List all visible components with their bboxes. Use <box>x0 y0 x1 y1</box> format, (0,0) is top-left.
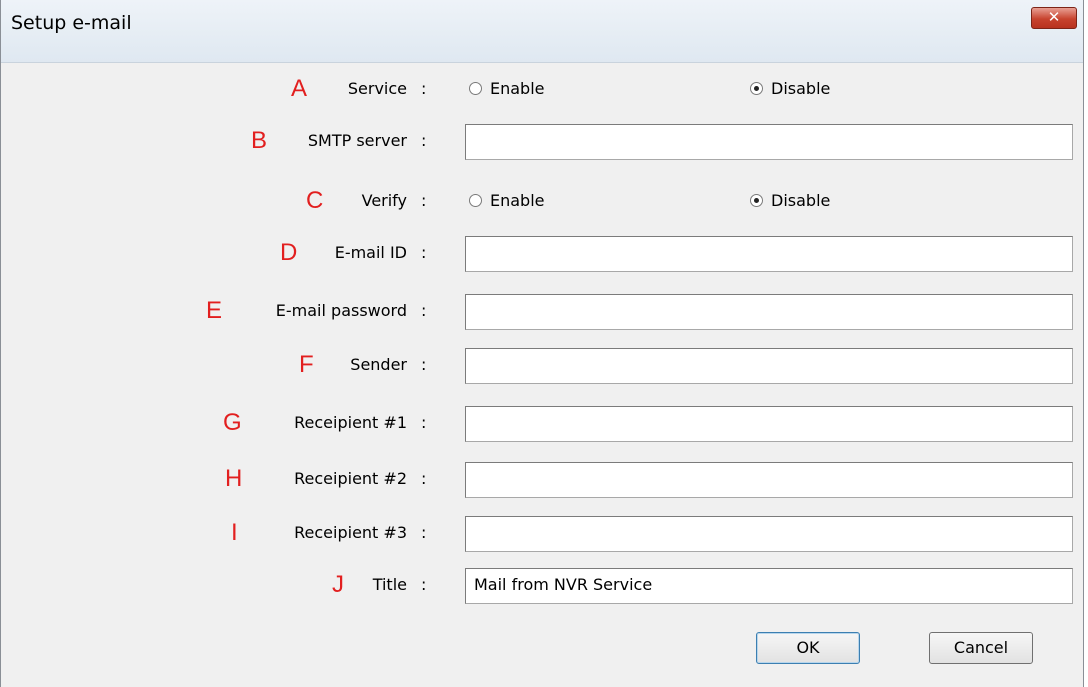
service-enable-radio[interactable] <box>469 82 482 95</box>
window-title: Setup e-mail <box>11 12 132 34</box>
colon: : <box>421 523 427 542</box>
service-label: Service <box>347 79 407 98</box>
smtp-label: SMTP server <box>307 131 407 150</box>
annotation-letter-f: F <box>299 351 314 378</box>
email-id-label: E-mail ID <box>334 243 407 262</box>
annotation-letter-i: I <box>231 519 238 546</box>
colon: : <box>421 469 427 488</box>
verify-label: Verify <box>361 191 407 210</box>
setup-email-dialog: Setup e-mail ✕ A Service : Enable Disabl… <box>0 0 1084 687</box>
service-disable-label[interactable]: Disable <box>771 79 830 98</box>
recipient3-label: Receipient #3 <box>294 523 407 542</box>
verify-disable-label[interactable]: Disable <box>771 191 830 210</box>
recipient2-row: H Receipient #2 : <box>1 462 1083 498</box>
colon: : <box>421 301 427 320</box>
title-row: J Title : Mail from NVR Service <box>1 568 1083 604</box>
annotation-letter-g: G <box>223 409 242 436</box>
annotation-letter-e: E <box>206 297 223 324</box>
colon: : <box>421 355 427 374</box>
service-enable-option[interactable]: Enable <box>469 78 545 98</box>
colon: : <box>421 191 427 210</box>
email-password-field[interactable] <box>465 294 1073 330</box>
colon: : <box>421 575 427 594</box>
service-disable-radio[interactable] <box>750 82 763 95</box>
recipient2-label: Receipient #2 <box>294 469 407 488</box>
verify-enable-label[interactable]: Enable <box>490 191 545 210</box>
cancel-button[interactable]: Cancel <box>929 632 1033 664</box>
title-label: Title <box>372 575 407 594</box>
annotation-letter-b: B <box>251 127 268 154</box>
colon: : <box>421 79 427 98</box>
verify-row: C Verify : Enable Disable <box>1 184 1083 216</box>
annotation-letter-c: C <box>306 187 324 214</box>
close-button[interactable]: ✕ <box>1031 7 1077 29</box>
colon: : <box>421 243 427 262</box>
smtp-server-field[interactable] <box>465 124 1073 160</box>
close-icon: ✕ <box>1047 8 1061 26</box>
recipient1-row: G Receipient #1 : <box>1 406 1083 442</box>
annotation-letter-d: D <box>280 239 298 266</box>
smtp-row: B SMTP server : <box>1 124 1083 160</box>
recipient1-field[interactable] <box>465 406 1073 442</box>
service-disable-option[interactable]: Disable <box>750 78 830 98</box>
verify-disable-option[interactable]: Disable <box>750 190 830 210</box>
annotation-letter-j: J <box>332 571 344 598</box>
annotation-letter-a: A <box>291 75 308 102</box>
email-id-field[interactable] <box>465 236 1073 272</box>
colon: : <box>421 131 427 150</box>
service-row: A Service : Enable Disable <box>1 72 1083 104</box>
verify-enable-option[interactable]: Enable <box>469 190 545 210</box>
recipient3-row: I Receipient #3 : <box>1 516 1083 552</box>
title-bar: Setup e-mail ✕ <box>1 0 1083 63</box>
colon: : <box>421 413 427 432</box>
email-password-row: E E-mail password : <box>1 294 1083 330</box>
recipient2-field[interactable] <box>465 462 1073 498</box>
recipient1-label: Receipient #1 <box>294 413 407 432</box>
verify-disable-radio[interactable] <box>750 194 763 207</box>
recipient3-field[interactable] <box>465 516 1073 552</box>
service-enable-label[interactable]: Enable <box>490 79 545 98</box>
annotation-letter-h: H <box>225 465 243 492</box>
sender-row: F Sender : <box>1 348 1083 384</box>
email-password-label: E-mail password <box>275 301 407 320</box>
title-field[interactable]: Mail from NVR Service <box>465 568 1073 604</box>
sender-field[interactable] <box>465 348 1073 384</box>
ok-button[interactable]: OK <box>756 632 860 664</box>
email-id-row: D E-mail ID : <box>1 236 1083 272</box>
verify-enable-radio[interactable] <box>469 194 482 207</box>
sender-label: Sender <box>350 355 407 374</box>
